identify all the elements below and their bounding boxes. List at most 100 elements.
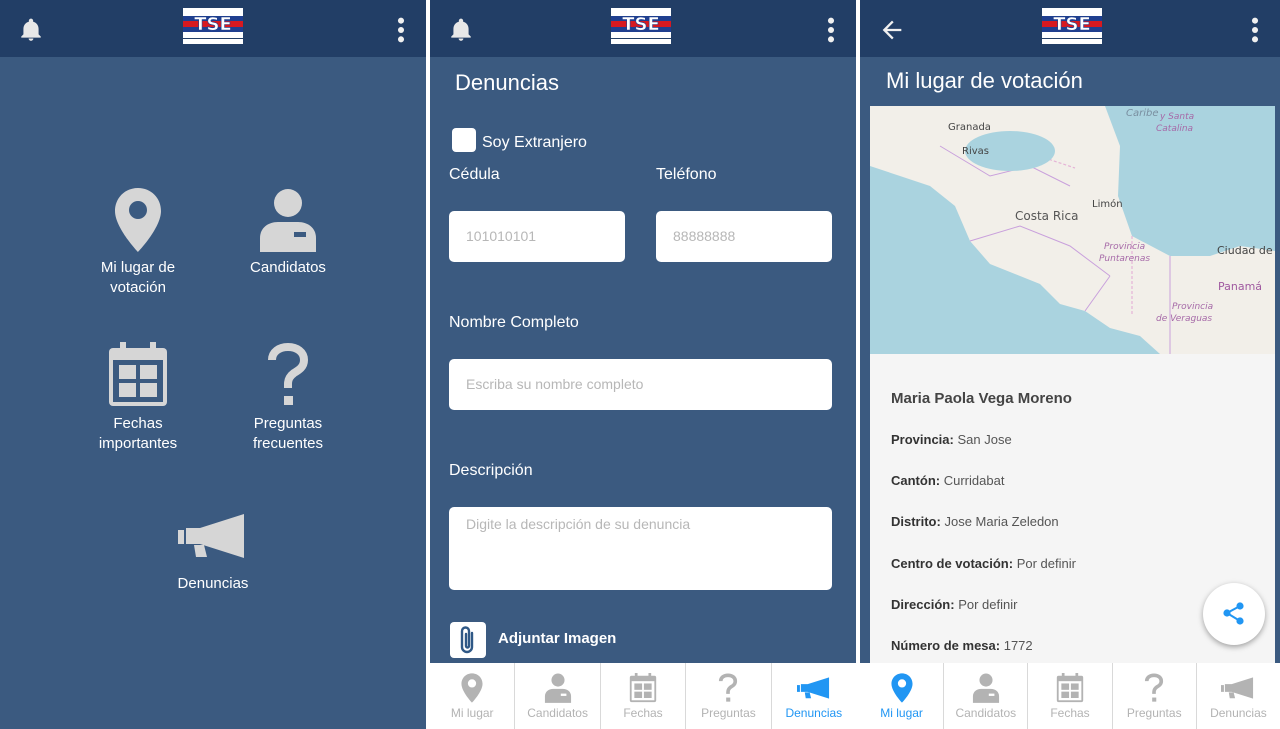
share-icon xyxy=(1223,602,1244,625)
detail-row-canton: Cantón: Curridabat xyxy=(891,473,1005,488)
bottom-nav: Mi lugar Candidatos Fechas Preguntas Den… xyxy=(430,663,856,729)
map-label: Panamá xyxy=(1218,280,1263,293)
notification-bell-icon[interactable] xyxy=(448,16,474,44)
map-view[interactable]: Granada Rivas Caribe y Santa Catalina Co… xyxy=(870,106,1275,354)
detail-row-mesa: Número de mesa: 1772 xyxy=(891,638,1033,653)
location-pin-icon xyxy=(461,673,483,703)
bottom-nav: Mi lugar Candidatos Fechas Preguntas Den… xyxy=(860,663,1280,729)
extranjero-checkbox[interactable] xyxy=(452,128,476,152)
denuncias-screen: TSE Denuncias Soy Extranjero Cédula Telé… xyxy=(430,0,856,729)
map-label: de Veraguas xyxy=(1156,314,1213,324)
tile-preguntas[interactable]: Preguntas frecuentes xyxy=(218,342,358,454)
tile-denuncias[interactable]: Denuncias xyxy=(143,512,283,594)
app-bar: TSE xyxy=(0,0,426,57)
paperclip-icon xyxy=(460,626,474,654)
person-badge-icon xyxy=(972,673,999,703)
map-label: Costa Rica xyxy=(1015,209,1079,223)
nav-mi-lugar[interactable]: Mi lugar xyxy=(430,663,516,729)
back-arrow-icon[interactable] xyxy=(878,16,906,44)
overflow-menu-icon[interactable] xyxy=(394,16,408,44)
tile-label-line1: Fechas xyxy=(113,415,163,432)
telefono-input[interactable]: 88888888 xyxy=(656,211,832,262)
tile-label-line2: importantes xyxy=(98,435,178,452)
app-bar: TSE xyxy=(860,0,1280,57)
attach-image-label[interactable]: Adjuntar Imagen xyxy=(498,630,616,647)
page-title: Denuncias xyxy=(455,70,559,95)
voter-name: Maria Paola Vega Moreno xyxy=(891,390,1072,407)
person-badge-icon xyxy=(544,673,571,703)
nav-label: Preguntas xyxy=(701,706,756,720)
map-label: Caribe xyxy=(1126,108,1159,119)
attach-image-button[interactable] xyxy=(450,622,486,658)
nav-candidatos[interactable]: Candidatos xyxy=(944,663,1029,729)
nav-denuncias[interactable]: Denuncias xyxy=(1197,663,1280,729)
question-mark-icon xyxy=(268,342,309,405)
extranjero-label: Soy Extranjero xyxy=(482,134,587,151)
calendar-icon xyxy=(629,673,657,703)
map-label: Rivas xyxy=(962,146,989,157)
tile-label-line1: Mi lugar de xyxy=(100,259,176,276)
nav-label: Denuncias xyxy=(1210,706,1267,720)
nav-label: Mi lugar xyxy=(880,706,923,720)
nav-label: Fechas xyxy=(1050,706,1090,720)
tile-label-line2: frecuentes xyxy=(252,435,324,452)
detail-row-provincia: Provincia: San Jose xyxy=(891,432,1012,447)
cedula-input[interactable]: 101010101 xyxy=(449,211,625,262)
nombre-label: Nombre Completo xyxy=(449,314,579,331)
notification-bell-icon[interactable] xyxy=(18,16,44,44)
nombre-input[interactable]: Escriba su nombre completo xyxy=(449,359,832,410)
map-label: Granada xyxy=(948,122,991,133)
tile-mi-lugar[interactable]: Mi lugar de votación xyxy=(68,188,208,298)
nav-fechas[interactable]: Fechas xyxy=(1028,663,1113,729)
nav-label: Fechas xyxy=(623,706,663,720)
nav-mi-lugar[interactable]: Mi lugar xyxy=(860,663,945,729)
detail-row-direccion: Dirección: Por definir xyxy=(891,597,1018,612)
tile-label-line1: Candidatos xyxy=(250,259,326,276)
descripcion-textarea[interactable]: Digite la descripción de su denuncia xyxy=(449,507,832,590)
map-label: Catalina xyxy=(1156,124,1194,134)
tile-candidatos[interactable]: Candidatos xyxy=(218,188,358,278)
home-screen: TSE Mi lugar de votación Candidatos Fech… xyxy=(0,0,426,729)
person-badge-icon xyxy=(260,189,316,252)
nav-label: Denuncias xyxy=(785,706,843,720)
tile-label-line1: Denuncias xyxy=(177,575,249,592)
tile-label-line1: Preguntas xyxy=(253,415,323,432)
nav-preguntas[interactable]: Preguntas xyxy=(1113,663,1197,729)
app-bar: TSE xyxy=(430,0,856,57)
map-land xyxy=(870,106,1275,354)
map-label: Provincia xyxy=(1172,302,1214,312)
page-title: Mi lugar de votación xyxy=(886,68,1083,93)
calendar-icon xyxy=(109,342,167,406)
overflow-menu-icon[interactable] xyxy=(824,16,838,44)
nav-label: Candidatos xyxy=(527,706,588,720)
tse-logo: TSE xyxy=(1042,8,1102,44)
overflow-menu-icon[interactable] xyxy=(1248,16,1262,44)
telefono-label: Teléfono xyxy=(656,166,717,183)
nav-label: Candidatos xyxy=(955,706,1017,720)
question-mark-icon xyxy=(719,673,738,702)
location-pin-icon xyxy=(115,188,161,252)
calendar-icon xyxy=(1056,673,1084,703)
share-button[interactable] xyxy=(1203,583,1265,645)
megaphone-icon xyxy=(796,677,829,699)
tse-logo: TSE xyxy=(611,8,671,44)
nav-fechas[interactable]: Fechas xyxy=(601,663,687,729)
detail-row-distrito: Distrito: Jose Maria Zeledon xyxy=(891,514,1059,529)
nav-preguntas[interactable]: Preguntas xyxy=(686,663,772,729)
nav-label: Mi lugar xyxy=(450,706,494,720)
map-label: y Santa xyxy=(1160,112,1195,122)
descripcion-label: Descripción xyxy=(449,462,533,479)
tse-logo: TSE xyxy=(183,8,243,44)
map-label: Limón xyxy=(1092,199,1123,210)
tile-fechas[interactable]: Fechas importantes xyxy=(68,342,208,454)
map-label: Ciudad de xyxy=(1217,244,1273,257)
question-mark-icon xyxy=(1145,673,1164,702)
svg-text:TSE: TSE xyxy=(622,14,660,35)
megaphone-icon xyxy=(1221,677,1254,699)
nav-candidatos[interactable]: Candidatos xyxy=(515,663,601,729)
nav-denuncias[interactable]: Denuncias xyxy=(772,663,856,729)
map-label: Puntarenas xyxy=(1099,254,1151,264)
cedula-label: Cédula xyxy=(449,166,500,183)
tile-label-line2: votación xyxy=(110,279,166,296)
svg-text:TSE: TSE xyxy=(1053,14,1091,35)
